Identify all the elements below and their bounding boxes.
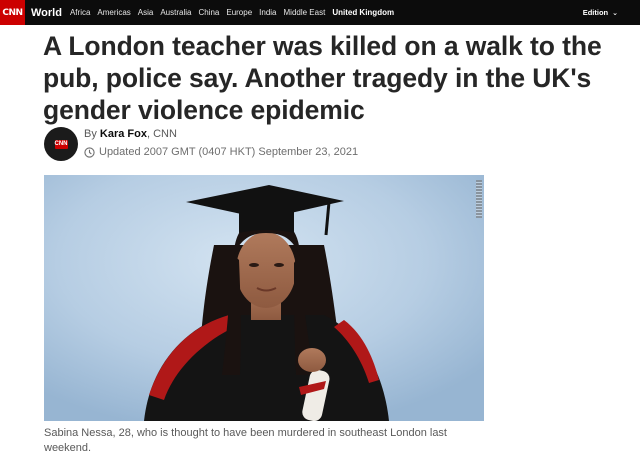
photo-credit-strip [476, 180, 482, 218]
portrait-illustration [44, 175, 484, 421]
top-nav: CNN World Africa Americas Asia Australia… [0, 0, 640, 25]
byline-suffix: , CNN [146, 128, 177, 140]
byline: By Kara Fox, CNN [84, 128, 177, 140]
timestamp: Updated 2007 GMT (0407 HKT) September 23… [84, 146, 358, 158]
nav-link-china[interactable]: China [198, 8, 219, 17]
cnn-avatar-logo: CNN [54, 139, 68, 149]
nav-link-americas[interactable]: Americas [97, 8, 130, 17]
author-link[interactable]: Kara Fox [100, 128, 147, 140]
nav-link-middle-east[interactable]: Middle East [284, 8, 326, 17]
nav-links: Africa Americas Asia Australia China Eur… [70, 8, 401, 17]
cnn-logo[interactable]: CNN [0, 0, 25, 25]
nav-link-europe[interactable]: Europe [226, 8, 252, 17]
nav-link-asia[interactable]: Asia [138, 8, 154, 17]
clock-icon [84, 146, 95, 158]
edition-selector[interactable]: Edition ⌄ [583, 0, 618, 25]
byline-prefix: By [84, 128, 100, 140]
nav-link-united-kingdom[interactable]: United Kingdom [332, 8, 394, 17]
chevron-down-icon: ⌄ [612, 9, 618, 17]
photo-caption: Sabina Nessa, 28, who is thought to have… [44, 427, 447, 454]
nav-link-india[interactable]: India [259, 8, 276, 17]
updated-time: Updated 2007 GMT (0407 HKT) September 23… [99, 146, 359, 158]
article-headline: A London teacher was killed on a walk to… [43, 31, 602, 125]
nav-link-africa[interactable]: Africa [70, 8, 90, 17]
edition-label: Edition [582, 8, 609, 17]
section-title[interactable]: World [31, 7, 62, 19]
author-avatar[interactable]: CNN [44, 127, 78, 161]
article-photo[interactable] [44, 175, 484, 421]
nav-link-australia[interactable]: Australia [160, 8, 191, 17]
